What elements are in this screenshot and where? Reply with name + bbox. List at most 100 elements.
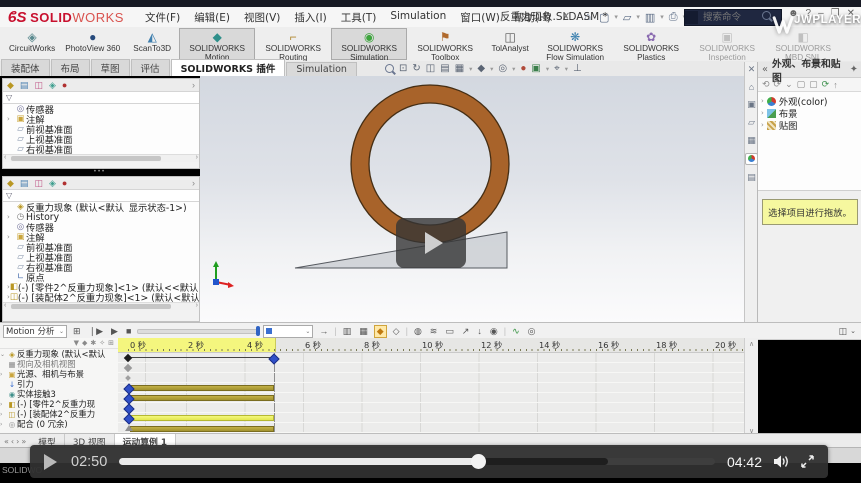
timebar-slider[interactable] [137, 329, 259, 334]
tree-item-top-plane[interactable]: ▱上视基准面 [3, 252, 199, 262]
filter-driving-icon[interactable]: ✱ [90, 339, 96, 347]
panel-splitter[interactable]: ••• [2, 169, 198, 175]
forward-icon[interactable]: ⟳ [774, 79, 782, 90]
tree-item-front-plane[interactable]: ▱前视基准面 [3, 124, 199, 134]
view-palette-icon[interactable]: ▦ [747, 135, 756, 146]
propertymanager-tab-icon[interactable]: ▤ [20, 80, 29, 91]
menu-edit[interactable]: 编辑(E) [187, 8, 237, 27]
tree-filter-box[interactable]: ▽ [3, 92, 199, 104]
seek-bar[interactable] [119, 458, 715, 465]
addin-circuitworks[interactable]: ◈CircuitWorks [4, 28, 60, 60]
file-explorer-icon[interactable]: ▱ [748, 117, 755, 128]
menu-window[interactable]: 窗口(W) [453, 8, 507, 27]
filter-selected-icon[interactable]: ✧ [99, 339, 105, 347]
tree-item-annotations[interactable]: ›▣注解 [3, 114, 199, 124]
displaymanager-tab-icon[interactable]: ● [62, 178, 67, 188]
motion-item-lights[interactable]: ›▣光源、相机与布景 [0, 369, 118, 379]
video-control-bar[interactable]: 02:50 04:42 [30, 445, 828, 478]
timeline-row-contact3[interactable] [118, 393, 744, 403]
tab-layout[interactable]: 布局 [51, 59, 90, 76]
display-style-icon[interactable]: ◆ [477, 63, 485, 74]
playback-mode-icon[interactable]: → [317, 326, 330, 336]
dimxpertmanager-tab-icon[interactable]: ◈ [49, 80, 56, 91]
subassembly-motion-bar[interactable] [130, 415, 274, 421]
dropdown-icon[interactable]: ⌄ [785, 79, 793, 90]
timeline-row-camera-views[interactable] [118, 363, 744, 373]
tree-item-annotations[interactable]: ›▣注解 [3, 232, 199, 242]
addin-routing[interactable]: ⌐SOLIDWORKS Routing [255, 28, 331, 60]
addin-tolanalyst[interactable]: ◫TolAnalyst [483, 28, 537, 60]
player-play-button[interactable] [44, 454, 57, 470]
gravity-change-bar[interactable] [130, 385, 274, 391]
view-orientation-icon[interactable]: ▦ [455, 63, 464, 74]
motion-item-camera-views[interactable]: ▦视向及相机视图 [0, 359, 118, 369]
apply-scene-icon[interactable]: ▣ [531, 63, 540, 74]
menu-simulation[interactable]: Simulation [383, 8, 453, 27]
appearance-target-icon[interactable]: ▢ [797, 79, 806, 90]
chevron-down-icon[interactable]: ⌄ [850, 327, 856, 335]
motion-item-root[interactable]: ⌄◈反重力现象 (默认<默认 [0, 349, 118, 359]
tree-item-right-plane[interactable]: ▱右视基准面 [3, 144, 199, 154]
edit-appearance-icon[interactable]: ● [520, 63, 526, 74]
contact-icon[interactable]: ◉ [488, 326, 500, 337]
motion-item-gravity[interactable]: ↓引力 [0, 379, 118, 389]
motor-icon[interactable]: ◍ [412, 326, 424, 337]
chevron-down-icon[interactable]: ▾ [469, 65, 472, 73]
menu-file[interactable]: 文件(F) [138, 8, 187, 27]
motion-timeline[interactable]: 0 秒 2 秒 4 秒 6 秒 8 秒 10 秒 12 秒 14 秒 16 秒 … [118, 338, 744, 433]
tree-item-sensors[interactable]: ◎传感器 [3, 104, 199, 114]
tree-item-scenes[interactable]: ›布景 [758, 107, 861, 119]
close-icon[interactable]: ✕ [748, 64, 756, 75]
menu-view[interactable]: 视图(V) [237, 8, 287, 27]
contact-change-bar[interactable] [130, 395, 274, 401]
zoom-to-area-icon[interactable]: ⊡ [399, 63, 407, 74]
video-play-overlay-button[interactable] [396, 218, 466, 268]
force-icon[interactable]: ↗ [460, 326, 472, 337]
hide-show-items-icon[interactable]: ◎ [498, 63, 507, 74]
spring-icon[interactable]: ≋ [428, 326, 440, 337]
tab-solidworks-addins[interactable]: SOLIDWORKS 插件 [171, 59, 286, 76]
design-library-icon[interactable]: ▣ [747, 99, 756, 110]
mates-bar[interactable] [130, 426, 274, 432]
add-update-key-icon[interactable]: ◇ [391, 326, 402, 337]
timeline-vertical-scrollbar[interactable]: ∧ ∨ [744, 338, 758, 437]
addin-plastics[interactable]: ✿SOLIDWORKS Plastics [613, 28, 689, 60]
slider-thumb[interactable] [256, 326, 260, 336]
timeline-row-part2[interactable] [118, 403, 744, 413]
filter-all-icon[interactable]: ▼ [74, 339, 79, 347]
tab-scroll-arrows[interactable]: «‹›» [0, 437, 30, 446]
dimxpertmanager-tab-icon[interactable]: ◈ [49, 178, 56, 189]
chevron-down-icon[interactable]: ▾ [490, 65, 493, 73]
chevron-down-icon[interactable]: ▾ [512, 65, 515, 73]
gravity-icon[interactable]: ↓ [475, 326, 484, 336]
custom-properties-icon[interactable]: ▤ [747, 172, 756, 183]
visibility-icon[interactable]: ◎ [526, 326, 538, 337]
horizontal-scrollbar[interactable]: ‹› [3, 154, 199, 162]
resources-home-icon[interactable]: ⌂ [749, 82, 754, 92]
back-icon[interactable]: ⟲ [762, 79, 770, 90]
play-from-start-icon[interactable]: ❘▶ [87, 326, 105, 337]
seek-handle[interactable] [471, 454, 486, 469]
chevron-down-icon[interactable]: ▾ [546, 65, 549, 73]
filter-animated-icon[interactable]: ◆ [82, 339, 87, 347]
auto-key-icon[interactable]: ◆ [374, 325, 387, 338]
view-settings-icon[interactable]: ⌖ [554, 63, 560, 74]
zoom-to-fit-icon[interactable] [385, 64, 394, 73]
timeline-ruler[interactable]: 0 秒 2 秒 4 秒 6 秒 8 秒 10 秒 12 秒 14 秒 16 秒 … [118, 338, 744, 353]
sync-icon[interactable]: ⟳ [822, 79, 830, 90]
timeline-row-gravity[interactable] [118, 383, 744, 393]
triad-icon[interactable]: ⊥ [573, 63, 582, 74]
collapse-icon[interactable]: « [758, 64, 772, 75]
tree-item-top-plane[interactable]: ▱上视基准面 [3, 134, 199, 144]
section-view-icon[interactable]: ◫ [426, 63, 435, 74]
tree-item-history[interactable]: ›◷History [3, 212, 199, 222]
tree-item-right-plane[interactable]: ▱右视基准面 [3, 262, 199, 272]
playback-speed-combo[interactable]: ⌄ [263, 325, 313, 338]
play-icon[interactable]: ▶ [109, 326, 120, 337]
study-type-select[interactable]: Motion 分析⌄ [3, 325, 67, 338]
timeline-row-subassembly2[interactable] [118, 413, 744, 423]
menu-insert[interactable]: 插入(I) [287, 8, 333, 27]
volume-icon[interactable] [774, 455, 791, 468]
key-start[interactable] [124, 354, 132, 362]
motion-item-part2[interactable]: ›◧(-) [零件2^反重力现 [0, 399, 118, 409]
